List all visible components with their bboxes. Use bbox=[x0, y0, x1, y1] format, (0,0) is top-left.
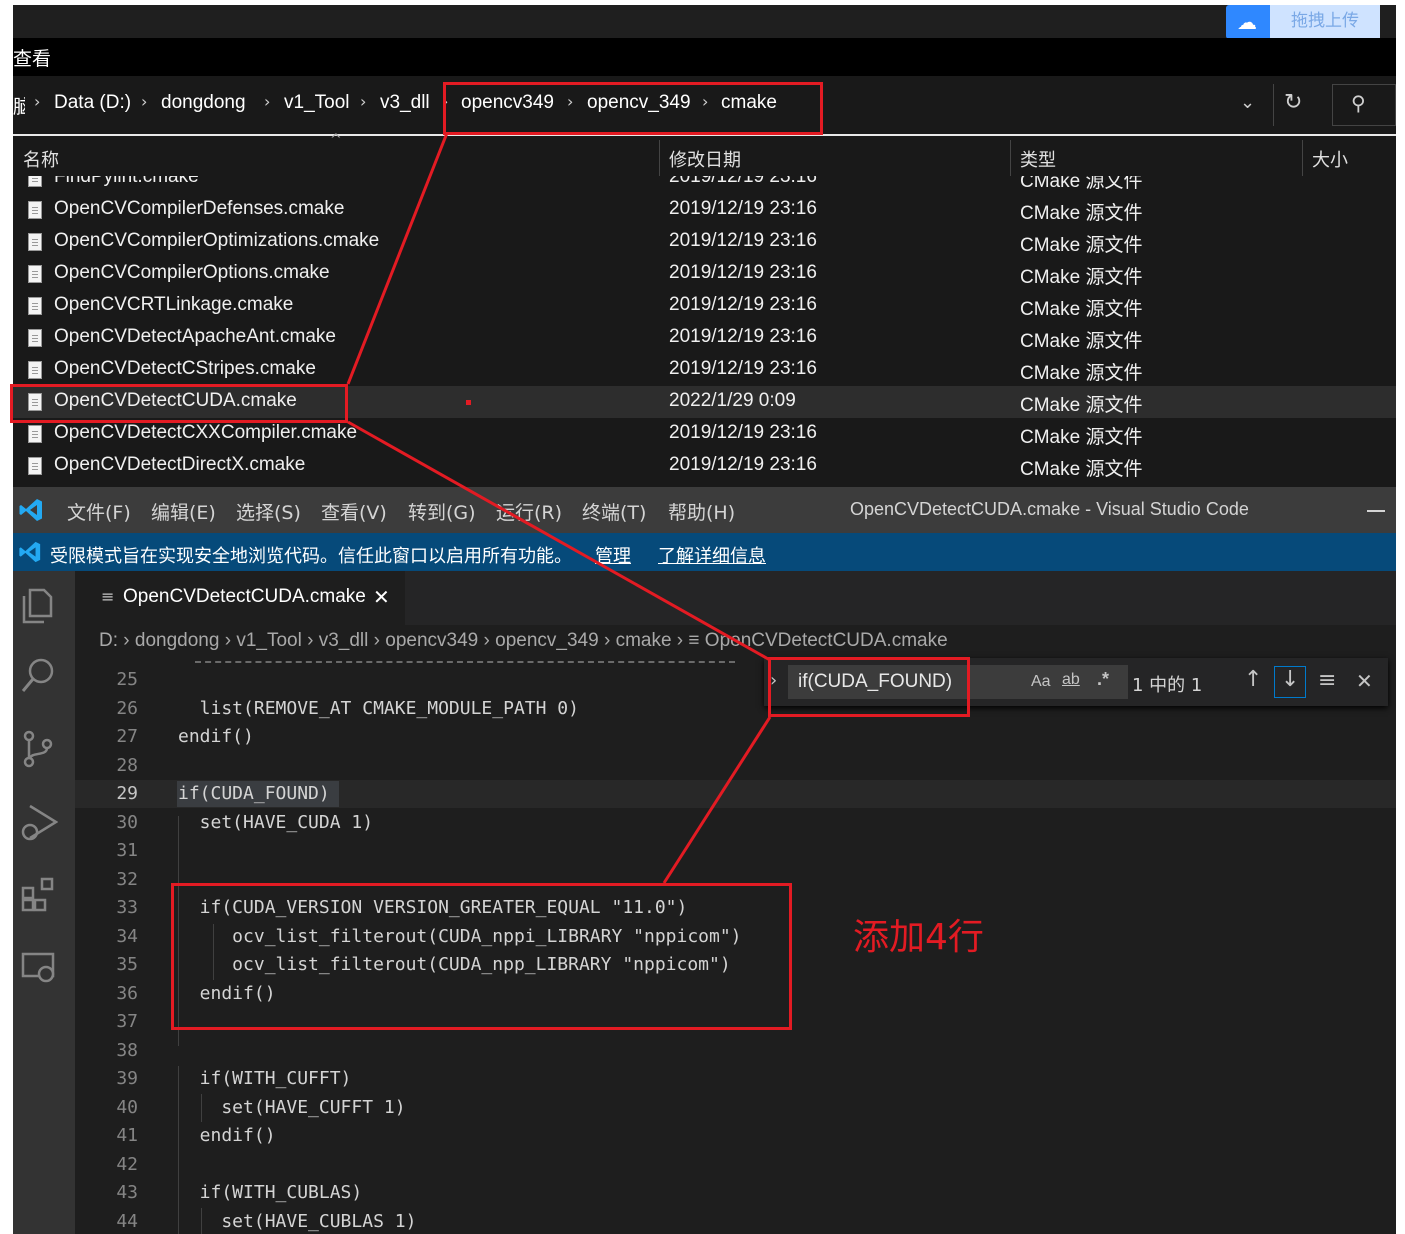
annotation-arrows bbox=[346, 132, 772, 884]
